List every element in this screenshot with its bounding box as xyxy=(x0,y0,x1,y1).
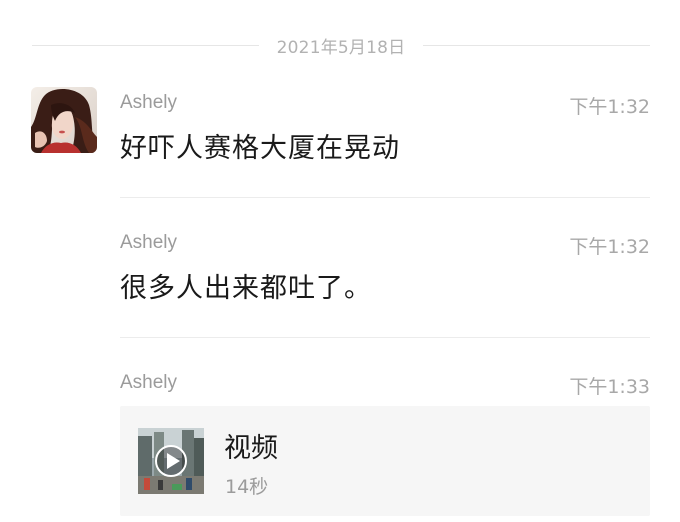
message-text[interactable]: 好吓人赛格大厦在晃动 xyxy=(120,126,400,165)
avatar[interactable] xyxy=(31,87,97,153)
date-separator-line-right xyxy=(423,44,650,46)
message-sender: Ashely xyxy=(120,372,178,393)
video-duration: 14秒 xyxy=(225,476,269,498)
play-icon xyxy=(155,445,187,477)
date-separator: 2021年5月18日 xyxy=(32,32,650,58)
video-title: 视频 xyxy=(224,433,278,464)
message-sender: Ashely xyxy=(120,92,178,113)
message-time: 下午1:32 xyxy=(569,96,650,118)
message-text[interactable]: 很多人出来都吐了。 xyxy=(120,266,372,305)
avatar-image xyxy=(31,87,97,153)
message-divider xyxy=(120,337,650,338)
video-thumbnail[interactable] xyxy=(138,428,204,494)
message-item[interactable]: Ashely 下午1:32 很多人出来都吐了。 xyxy=(120,232,650,312)
message-time: 下午1:33 xyxy=(569,376,650,398)
message-item[interactable]: Ashely 下午1:32 好吓人赛格大厦在晃动 xyxy=(120,92,650,172)
message-divider xyxy=(120,197,650,198)
message-item: Ashely 下午1:33 xyxy=(120,372,650,402)
message-sender: Ashely xyxy=(120,232,178,253)
message-time: 下午1:32 xyxy=(569,236,650,258)
video-message-card[interactable]: 视频 14秒 xyxy=(120,406,650,516)
date-separator-line-left xyxy=(32,44,259,46)
date-separator-text: 2021年5月18日 xyxy=(276,37,406,58)
